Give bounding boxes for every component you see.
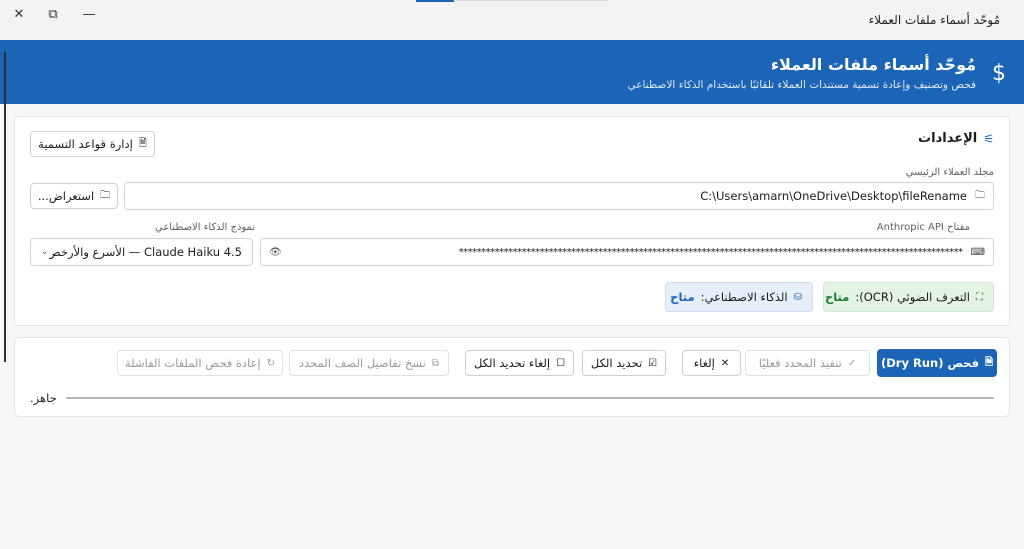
model-label: نموذج الذكاء الاصطناعي — [155, 222, 256, 233]
check-circle-icon: ✓ — [847, 357, 857, 369]
copy-icon: ⧉ — [431, 357, 439, 369]
settings-title: الإعدادات — [918, 131, 978, 146]
banner-title: مُوحّد أسماء ملفات العملاء — [770, 55, 976, 74]
status-text: جاهز. — [30, 391, 57, 405]
sliders-icon: ⚟ — [983, 131, 994, 146]
tab-strip — [456, 0, 608, 1]
deselect-all-button[interactable]: ☐ إلغاء تحديد الكل — [465, 350, 574, 376]
copy-row-details-label: نسخ تفاصيل الصف المحدد — [299, 356, 426, 370]
browse-button[interactable]: 🗀 استعراض... — [30, 183, 118, 209]
folder-label: مجلد العملاء الرئيسي — [905, 167, 994, 178]
progress-bar — [66, 397, 994, 399]
browse-label: استعراض... — [37, 189, 95, 203]
ocr-label: التعرف الضوئي (OCR): — [855, 290, 970, 304]
minimize-icon: — — [82, 6, 96, 22]
rescan-failed-button[interactable]: ↻ إعادة فحص الملفات الفاشلة — [117, 350, 283, 376]
document-icon: 🗎 — [138, 137, 147, 149]
scan-document-icon: 🗎 — [984, 356, 994, 368]
eye-icon[interactable]: 👁 — [269, 247, 282, 258]
window-title: مُوحّد أسماء ملفات العملاء — [868, 13, 1000, 27]
key-icon: ⌨ — [970, 246, 985, 258]
scroll-indicator — [4, 52, 6, 362]
copy-row-details-button[interactable]: ⧉ نسخ تفاصيل الصف المحدد — [289, 350, 449, 376]
execute-selected-button[interactable]: ✓ تنفيذ المحدد فعليًا — [745, 350, 870, 376]
select-all-label: تحديد الكل — [590, 356, 643, 370]
restore-icon: ⧉ — [48, 6, 58, 22]
actions-card — [14, 337, 1010, 417]
manage-rules-label: إدارة قواعد التسمية — [38, 137, 133, 151]
banner-subtitle: فحص وتصنيف وإعادة تسمية مستندات العملاء … — [627, 79, 976, 91]
cancel-button[interactable]: ✕ إلغاء — [682, 350, 741, 376]
api-key-label: مفتاح Anthropic API — [876, 222, 970, 233]
ocr-status-badge: ⛶ التعرف الضوئي (OCR): متاح — [823, 282, 994, 312]
tab-indicator — [416, 0, 454, 2]
model-select[interactable]: ⌄ Claude Haiku 4.5 — الأسرع والأرخص م — [30, 238, 253, 266]
checkbox-empty-icon: ☐ — [556, 357, 566, 369]
select-all-button[interactable]: ☑ تحديد الكل — [582, 350, 666, 376]
ai-status-badge: ⛁ الذكاء الاصطناعي: متاح — [665, 282, 813, 312]
ai-status: متاح — [670, 290, 695, 304]
folder-icon: 🗀 — [975, 189, 985, 201]
database-icon: ⛁ — [793, 291, 802, 303]
manage-rules-button[interactable]: 🗎 إدارة قواعد التسمية — [30, 131, 155, 157]
close-icon: ✕ — [13, 6, 25, 22]
restore-window-button[interactable]: ⧉ — [36, 2, 70, 26]
minimize-window-button[interactable]: — — [72, 2, 106, 26]
rescan-failed-label: إعادة فحص الملفات الفاشلة — [125, 356, 261, 370]
ocr-status: متاح — [824, 290, 850, 304]
api-key-input[interactable]: 👁 **************************************… — [260, 238, 994, 266]
refresh-icon: ↻ — [266, 357, 276, 369]
folder-open-icon: 🗀 — [100, 189, 111, 201]
folder-input[interactable]: C:\Users\amarn\OneDrive\Desktop\fileRena… — [124, 182, 994, 210]
close-window-button[interactable]: ✕ — [2, 2, 36, 26]
dollar-icon: $ — [992, 61, 1006, 86]
execute-selected-label: تنفيذ المحدد فعليًا — [758, 356, 842, 370]
header-banner: $ مُوحّد أسماء ملفات العملاء فحص وتصنيف … — [0, 40, 1024, 104]
close-icon: ✕ — [720, 357, 730, 369]
dry-run-button[interactable]: 🗎 فحص (Dry Run) — [877, 349, 997, 377]
cancel-label: إلغاء — [693, 356, 715, 370]
dry-run-label: فحص (Dry Run) — [880, 356, 979, 370]
model-value: Claude Haiku 4.5 — الأسرع والأرخص م — [48, 245, 242, 259]
title-bar: ✕ ⧉ — مُوحّد أسماء ملفات العملاء — [0, 0, 1024, 40]
deselect-all-label: إلغاء تحديد الكل — [473, 356, 551, 370]
settings-header: ⚟ الإعدادات — [918, 131, 994, 146]
checkbox-checked-icon: ☑ — [648, 357, 658, 369]
scan-icon: ⛶ — [976, 291, 983, 303]
chevron-down-icon: ⌄ — [41, 247, 49, 257]
api-key-value: ****************************************… — [458, 246, 963, 258]
ai-label: الذكاء الاصطناعي: — [700, 290, 788, 304]
folder-path: C:\Users\amarn\OneDrive\Desktop\fileRena… — [700, 189, 967, 203]
